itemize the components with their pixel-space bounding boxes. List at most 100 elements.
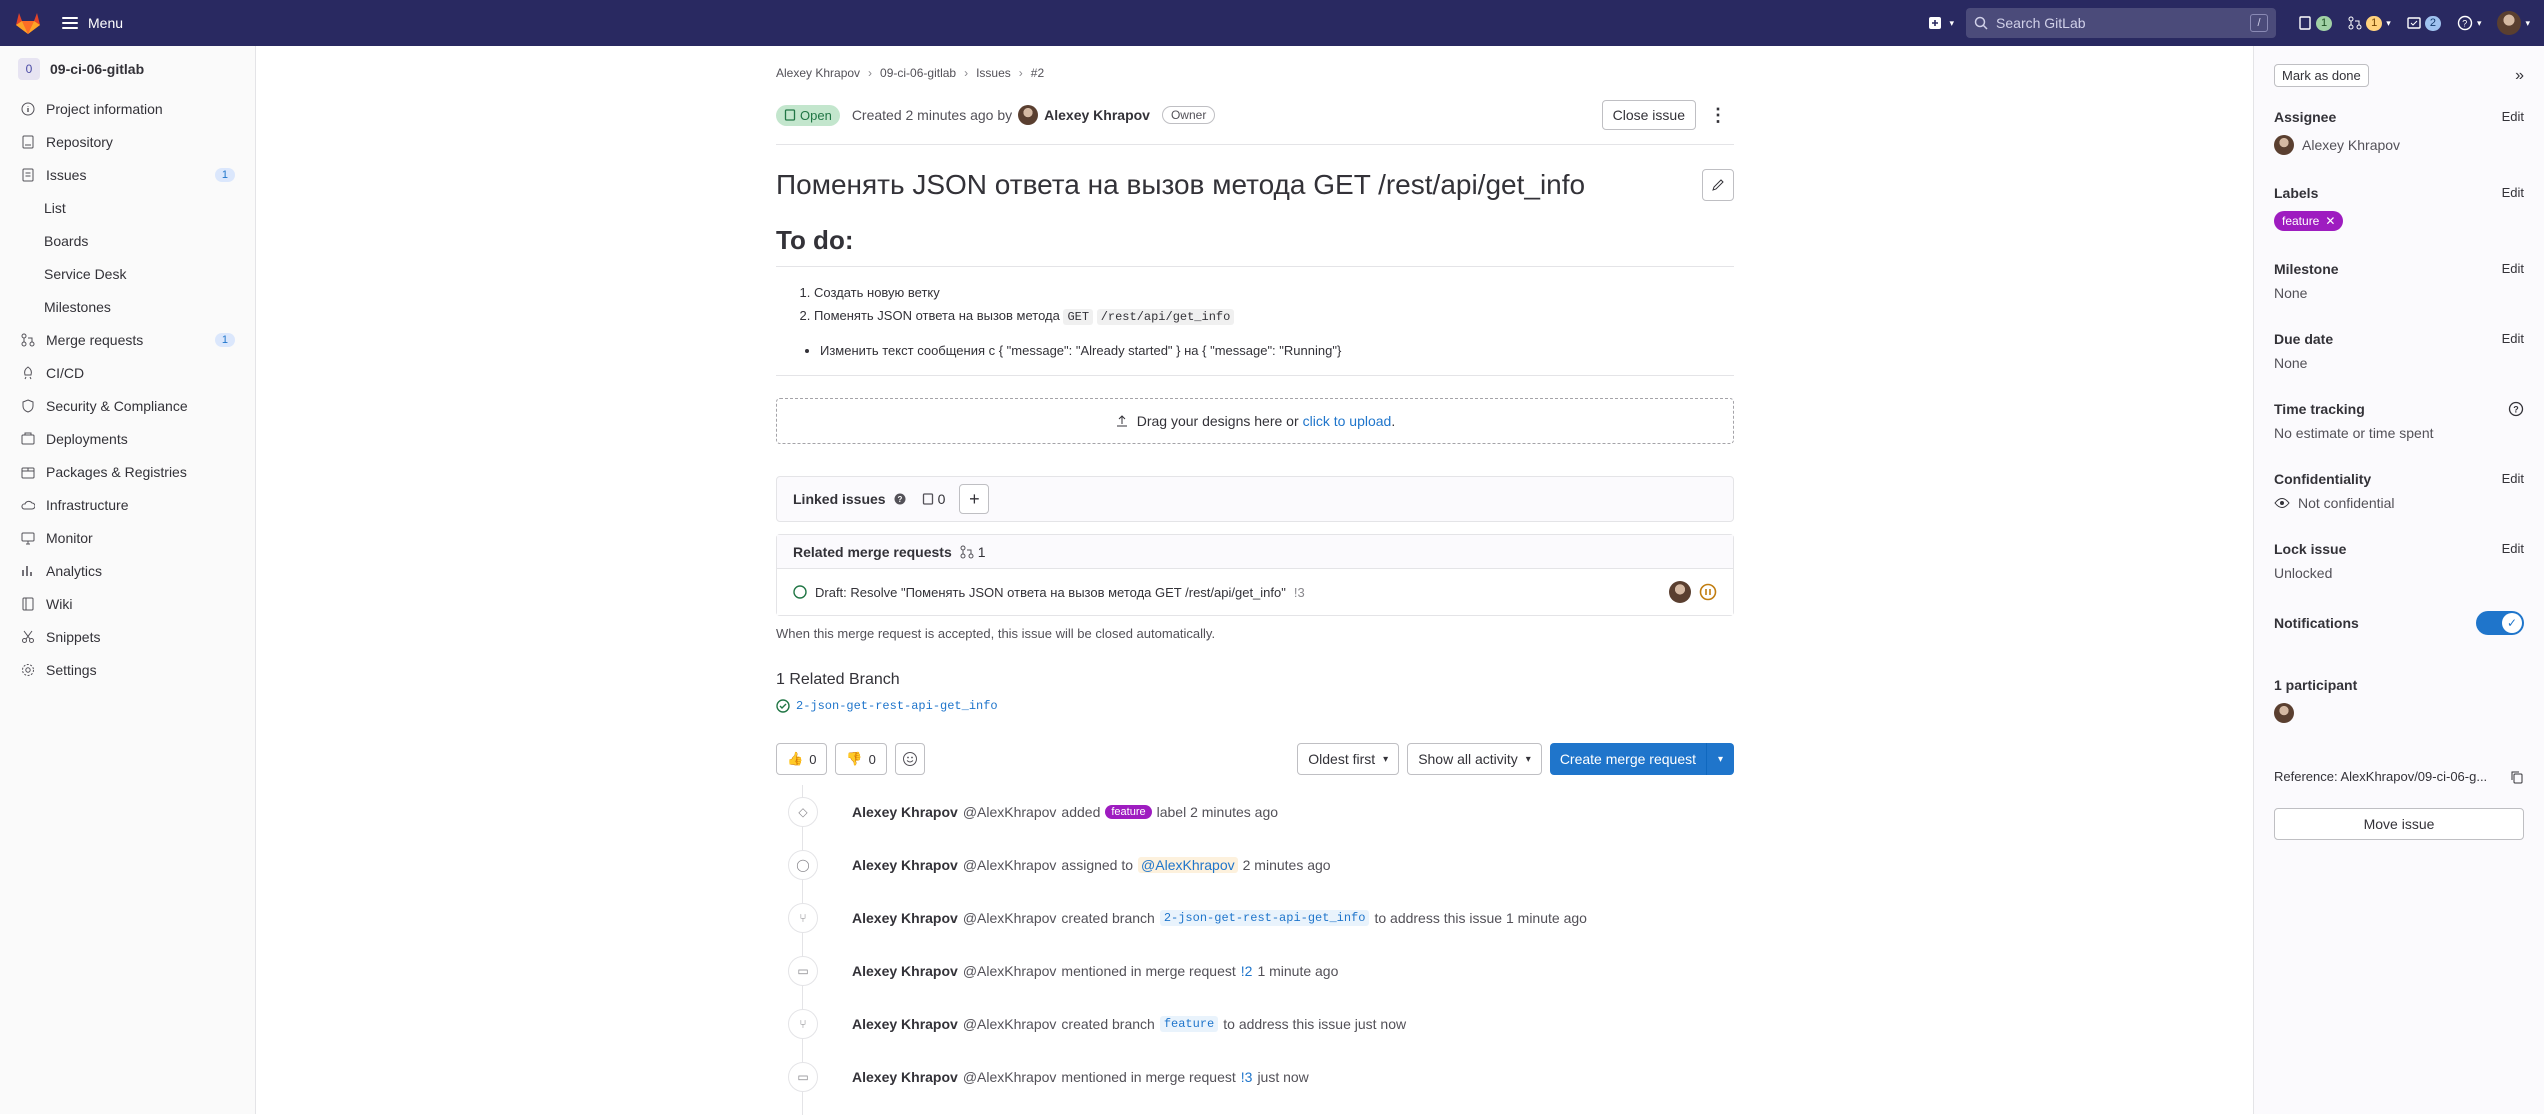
author-name[interactable]: Alexey Khrapov [852,1016,958,1032]
mr-ref-link[interactable]: !3 [1241,1069,1253,1085]
sidebar-item-infrastructure[interactable]: Infrastructure [0,488,255,521]
edit-labels-button[interactable]: Edit [2502,185,2524,201]
breadcrumb-item[interactable]: Issues [976,66,1011,80]
thumbs-up-button[interactable]: 👍 0 [776,743,828,775]
thumbs-down-button[interactable]: 👎 0 [835,743,887,775]
sidebar-item-deployments[interactable]: Deployments [0,422,255,455]
branch-link[interactable]: 2-json-get-rest-api-get_info [1159,909,1370,926]
user-mention[interactable]: @AlexKhrapov [1138,856,1238,873]
notifications-toggle[interactable]: ✓ [2476,611,2524,635]
todos-button[interactable]: 2 [2407,15,2441,31]
sidebar-item-packages[interactable]: Packages & Registries [0,455,255,488]
add-linked-issue-button[interactable]: + [959,484,990,514]
chevron-down-icon[interactable]: ▾ [1706,743,1734,775]
mr-title[interactable]: Draft: Resolve "Поменять JSON ответа на … [815,585,1286,600]
section-heading: Confidentiality [2274,471,2372,487]
author-name[interactable]: Alexey Khrapov [852,804,958,820]
mark-as-done-button[interactable]: Mark as done [2274,64,2369,87]
mr-ref-link[interactable]: !2 [1241,963,1253,979]
author-name[interactable]: Alexey Khrapov [852,963,958,979]
hamburger-icon [62,17,78,29]
project-header[interactable]: 0 09-ci-06-gitlab [0,46,255,92]
create-merge-request-button[interactable]: Create merge request [1550,751,1706,767]
avatar[interactable] [2274,703,2294,723]
list-item[interactable]: Draft: Resolve "Поменять JSON ответа на … [777,569,1733,615]
sidebar-subitem-boards[interactable]: Boards [0,224,255,257]
author-handle[interactable]: @AlexKhrapov [963,857,1057,873]
sidebar-subitem-list[interactable]: List [0,191,255,224]
issues-button[interactable]: 1 [2298,15,2333,31]
sidebar-item-label: Project information [46,100,163,117]
user-menu[interactable]: ▾ [2497,11,2530,35]
event-text: mentioned in merge request [1061,1068,1236,1085]
sidebar-item-merge-requests[interactable]: Merge requests 1 [0,323,255,356]
edit-due-date-button[interactable]: Edit [2502,331,2524,347]
sidebar-item-security[interactable]: Security & Compliance [0,389,255,422]
sidebar-item-issues[interactable]: Issues 1 [0,158,255,191]
check-circle-icon [776,699,790,713]
copy-icon[interactable] [2510,770,2524,784]
author-avatar[interactable] [1018,105,1039,125]
section-heading: Due date [2274,331,2334,347]
more-actions-icon[interactable]: ⋮ [1702,105,1734,126]
edit-milestone-button[interactable]: Edit [2502,261,2524,277]
breadcrumb-item[interactable]: Alexey Khrapov [776,66,860,80]
sidebar-subitem-milestones[interactable]: Milestones [0,290,255,323]
assignee-name[interactable]: Alexey Khrapov [2302,137,2400,153]
author-name[interactable]: Alexey Khrapov [852,1069,958,1085]
activity-filter-dropdown[interactable]: Show all activity ▾ [1407,743,1542,775]
sidebar-item-project-information[interactable]: Project information [0,92,255,125]
label-badge[interactable]: feature [1105,804,1152,819]
sidebar-subitem-service-desk[interactable]: Service Desk [0,257,255,290]
author-handle[interactable]: @AlexKhrapov [963,1016,1057,1032]
upload-link[interactable]: click to upload [1303,413,1392,429]
branch-link[interactable]: 2-json-get-rest-api-get_info [776,699,1734,713]
label-badge[interactable]: feature ✕ [2274,211,2344,231]
breadcrumb-item[interactable]: 09-ci-06-gitlab [880,66,956,80]
help-button[interactable]: ? ▾ [2457,15,2481,31]
merge-requests-button[interactable]: 1 ▾ [2348,15,2391,31]
close-icon[interactable]: ✕ [2325,214,2335,228]
sidebar-item-ci-cd[interactable]: CI/CD [0,356,255,389]
thumbs-down-icon: 👎 [846,751,863,766]
author-name[interactable]: Alexey Khrapov [852,910,958,926]
merge-request-icon [20,332,36,348]
gitlab-logo-icon[interactable] [0,0,56,46]
move-issue-button[interactable]: Move issue [2274,808,2524,840]
collapse-sidebar-icon[interactable]: » [2515,67,2524,85]
related-mrs-label: Related merge requests [793,543,952,560]
issue-open-icon [784,109,796,121]
breadcrumb-item[interactable]: #2 [1031,66,1044,80]
pipeline-paused-icon[interactable] [1699,583,1717,601]
author-name[interactable]: Alexey Khrapov [1044,107,1150,123]
sidebar-item-wiki[interactable]: Wiki [0,587,255,620]
sidebar-item-settings[interactable]: Settings [0,653,255,686]
help-icon[interactable]: ? [894,493,906,505]
close-issue-button[interactable]: Close issue [1601,100,1696,130]
edit-title-button[interactable] [1702,169,1734,201]
author-handle[interactable]: @AlexKhrapov [963,910,1057,926]
monitor-icon [20,530,36,546]
top-navbar: Menu ▾ Search GitLab / 1 1 ▾ 2 ? ▾ ▾ [0,0,2544,46]
help-icon[interactable]: ? [2508,401,2524,417]
author-handle[interactable]: @AlexKhrapov [963,804,1057,820]
edit-confidentiality-button[interactable]: Edit [2502,471,2524,487]
search-input[interactable]: Search GitLab / [1966,8,2277,38]
sort-dropdown[interactable]: Oldest first ▾ [1297,743,1400,775]
edit-assignee-button[interactable]: Edit [2502,109,2524,125]
sidebar-item-analytics[interactable]: Analytics [0,554,255,587]
design-dropzone[interactable]: Drag your designs here or click to uploa… [776,398,1734,444]
author-name[interactable]: Alexey Khrapov [852,857,958,873]
upload-icon [1116,415,1127,427]
edit-lock-button[interactable]: Edit [2502,541,2524,557]
sidebar-item-repository[interactable]: Repository [0,125,255,158]
author-handle[interactable]: @AlexKhrapov [963,1069,1057,1085]
add-reaction-button[interactable] [894,743,925,775]
menu-button[interactable]: Menu [62,15,123,31]
sidebar-item-snippets[interactable]: Snippets [0,620,255,653]
author-handle[interactable]: @AlexKhrapov [963,963,1057,979]
chevron-down-icon: ▾ [1949,17,1955,28]
new-dropdown[interactable]: ▾ [1928,16,1955,30]
sidebar-item-monitor[interactable]: Monitor [0,521,255,554]
branch-link[interactable]: feature [1159,1015,1219,1032]
